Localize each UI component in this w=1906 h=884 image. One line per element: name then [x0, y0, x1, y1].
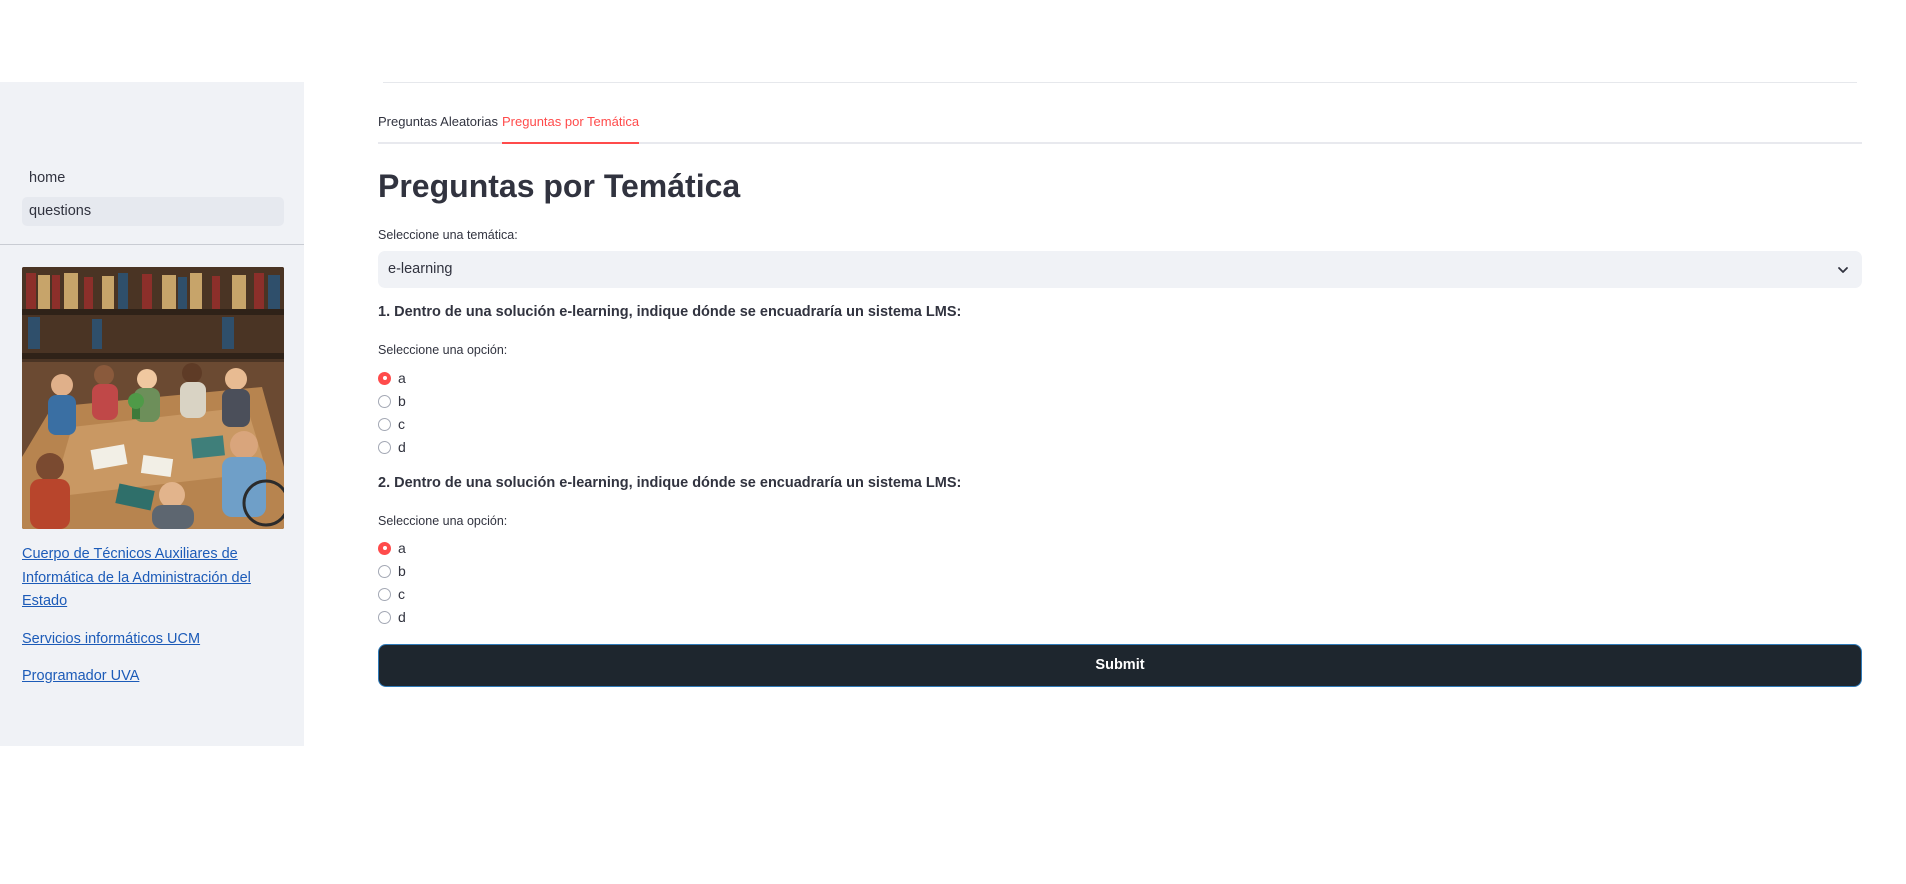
option-label: a	[398, 370, 406, 386]
option-label: c	[398, 586, 405, 602]
option-label: c	[398, 416, 405, 432]
question-2-text: 2. Dentro de una solución e-learning, in…	[378, 475, 962, 491]
question-2-option-b[interactable]: b	[378, 561, 406, 581]
question-1-option-a[interactable]: a	[378, 368, 406, 388]
sidebar: home questions Cuerpo de Técnicos Auxili…	[0, 82, 304, 746]
sidebar-item-questions[interactable]: questions	[22, 197, 284, 226]
tematica-select[interactable]: e-learning	[378, 251, 1862, 288]
link-cuerpo-tecnicos-auxiliares[interactable]: Cuerpo de Técnicos Auxiliares de Informá…	[22, 543, 262, 614]
question-2-option-c[interactable]: c	[378, 584, 405, 604]
option-label: b	[398, 563, 406, 579]
chevron-down-icon	[1838, 267, 1848, 273]
link-servicios-informaticos-ucm[interactable]: Servicios informáticos UCM	[22, 628, 262, 652]
radio-unchecked-icon[interactable]	[378, 394, 391, 408]
option-label: d	[398, 439, 406, 455]
radio-unchecked-icon[interactable]	[378, 564, 391, 578]
radio-checked-icon[interactable]	[378, 371, 391, 385]
question-1-prompt: Seleccione una opción:	[378, 343, 508, 357]
radio-unchecked-icon[interactable]	[378, 610, 391, 624]
sidebar-item-home[interactable]: home	[22, 164, 284, 193]
tab-bar: Preguntas Aleatorias Preguntas por Temát…	[378, 110, 1862, 144]
question-1-option-c[interactable]: c	[378, 414, 405, 434]
tematica-select-label: Seleccione una temática:	[378, 228, 518, 242]
tab-preguntas-aleatorias[interactable]: Preguntas Aleatorias	[378, 114, 498, 144]
page-title: Preguntas por Temática	[378, 168, 741, 204]
radio-unchecked-icon[interactable]	[378, 587, 391, 601]
radio-unchecked-icon[interactable]	[378, 440, 391, 454]
question-2-option-d[interactable]: d	[378, 607, 406, 627]
tematica-select-value: e-learning	[388, 261, 453, 277]
radio-checked-icon[interactable]	[378, 541, 391, 555]
sidebar-divider	[0, 244, 304, 245]
option-label: d	[398, 609, 406, 625]
header-divider	[383, 82, 1857, 83]
question-1-text: 1. Dentro de una solución e-learning, in…	[378, 304, 962, 320]
question-1-option-d[interactable]: d	[378, 437, 406, 457]
question-2-prompt: Seleccione una opción:	[378, 514, 508, 528]
radio-unchecked-icon[interactable]	[378, 417, 391, 431]
tab-preguntas-por-tematica[interactable]: Preguntas por Temática	[502, 114, 640, 144]
sidebar-illustration	[22, 267, 284, 529]
option-label: b	[398, 393, 406, 409]
question-1-option-b[interactable]: b	[378, 391, 406, 411]
option-label: a	[398, 540, 406, 556]
submit-button[interactable]: Submit	[378, 644, 1862, 687]
question-2-option-a[interactable]: a	[378, 538, 406, 558]
link-programador-uva[interactable]: Programador UVA	[22, 665, 262, 689]
